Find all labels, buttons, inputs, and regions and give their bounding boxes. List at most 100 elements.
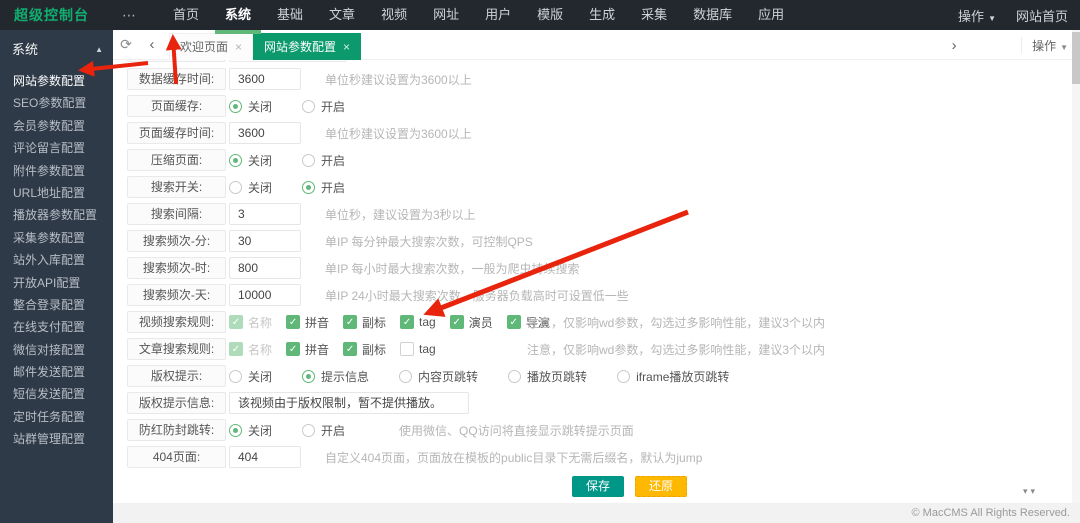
radio-option-开启[interactable]: 开启: [302, 152, 345, 169]
reset-button[interactable]: 还原: [635, 476, 688, 497]
topnav-item-用户[interactable]: 用户: [472, 0, 524, 30]
topnav-item-网址[interactable]: 网址: [420, 0, 472, 30]
topnav-item-首页[interactable]: 首页: [160, 0, 212, 30]
text-input[interactable]: 404: [229, 446, 301, 468]
scrollbar-track[interactable]: [1072, 30, 1080, 503]
topnav-item-文章[interactable]: 文章: [316, 0, 368, 30]
topnav-item-应用[interactable]: 应用: [745, 0, 797, 30]
text-input[interactable]: 800: [229, 257, 301, 279]
form-row-6: 搜索频次-分: 30 单IP 每分钟最大搜索次数，可控制QPS: [127, 230, 1080, 252]
sidebar-item-站群管理配置[interactable]: 站群管理配置: [0, 428, 113, 450]
collapse-icon[interactable]: ▲: [95, 39, 103, 61]
radio-option-关闭[interactable]: 关闭: [229, 368, 272, 385]
topnav-item-生成[interactable]: 生成: [576, 0, 628, 30]
checkbox-option-tag[interactable]: ✓ tag: [400, 315, 436, 329]
sidebar-item-定时任务配置[interactable]: 定时任务配置: [0, 406, 113, 428]
sidebar-group-system[interactable]: 系统 ▲: [0, 39, 113, 61]
radio-option-播放页跳转[interactable]: 播放页跳转: [508, 368, 587, 385]
checkbox-option-名称[interactable]: ✓ 名称: [229, 314, 272, 331]
topnav-item-数据库[interactable]: 数据库: [680, 0, 745, 30]
radio-option-iframe播放页跳转[interactable]: iframe播放页跳转: [617, 368, 729, 385]
app-logo: 超级控制台: [14, 7, 89, 23]
topnav-item-系统[interactable]: 系统: [212, 0, 264, 34]
radio-label: 内容页跳转: [418, 369, 479, 384]
sidebar-item-采集参数配置[interactable]: 采集参数配置: [0, 227, 113, 249]
text-input[interactable]: 3600: [229, 68, 301, 90]
field-label: 文章搜索规则:: [127, 338, 226, 360]
checkbox-option-tag[interactable]: tag: [400, 342, 436, 356]
tab-action-dropdown[interactable]: 操作 ▼: [1032, 37, 1068, 54]
checkbox-label: tag: [419, 342, 436, 356]
form-row-13: 防红防封跳转: 关闭 开启 使用微信、QQ访问将直接显示跳转提示页面: [127, 419, 1080, 441]
tabs-scroll-left-icon[interactable]: ‹: [139, 36, 165, 53]
form-row-11: 版权提示: 关闭 提示信息 内容页跳转 播放页跳转 iframe播放页跳转: [127, 365, 1080, 387]
tab-网站参数配置[interactable]: 网站参数配置 ×: [253, 32, 362, 60]
radio-option-开启[interactable]: 开启: [302, 422, 345, 439]
save-button[interactable]: 保存: [572, 476, 625, 497]
topnav-item-基础[interactable]: 基础: [264, 0, 316, 30]
text-input[interactable]: 10000: [229, 284, 301, 306]
radio-option-关闭[interactable]: 关闭: [229, 98, 272, 115]
checkbox-option-拼音[interactable]: ✓ 拼音: [286, 341, 329, 358]
sidebar-item-URL地址配置[interactable]: URL地址配置: [0, 182, 113, 204]
text-input[interactable]: 30: [229, 230, 301, 252]
tabs-scroll-right-icon[interactable]: ›: [941, 37, 967, 54]
text-input[interactable]: 3: [229, 203, 301, 225]
topnav-item-模版[interactable]: 模版: [524, 0, 576, 30]
radio-option-开启[interactable]: 开启: [302, 98, 345, 115]
refresh-icon[interactable]: ⟳: [113, 36, 139, 53]
sidebar-item-附件参数配置[interactable]: 附件参数配置: [0, 160, 113, 182]
scroll-down-icons: ▾▾: [1022, 486, 1038, 496]
sidebar-item-开放API配置[interactable]: 开放API配置: [0, 272, 113, 294]
checkbox-option-副标[interactable]: ✓ 副标: [343, 341, 386, 358]
sidebar-item-在线支付配置[interactable]: 在线支付配置: [0, 316, 113, 338]
field-label: 搜索间隔:: [127, 203, 226, 225]
radio-option-关闭[interactable]: 关闭: [229, 179, 272, 196]
text-input[interactable]: 3600: [229, 122, 301, 144]
radio-icon: [508, 369, 522, 383]
checkbox-option-名称[interactable]: ✓ 名称: [229, 341, 272, 358]
sidebar-item-整合登录配置[interactable]: 整合登录配置: [0, 294, 113, 316]
topbar-action-dropdown[interactable]: 操作 ▼: [958, 6, 996, 25]
tab-label: 欢迎页面: [180, 40, 229, 54]
top-nav: 首页 系统 基础 文章 视频 网址 用户 模版 生成 采集 数据库 应用: [160, 0, 797, 34]
clipped-text-input[interactable]: [229, 60, 347, 62]
sidebar-item-会员参数配置[interactable]: 会员参数配置: [0, 115, 113, 137]
sidebar-item-站外入库配置[interactable]: 站外入库配置: [0, 249, 113, 271]
sidebar-item-微信对接配置[interactable]: 微信对接配置: [0, 339, 113, 361]
form-row-12: 版权提示信息: 该视频由于版权限制，暂不提供播放。: [127, 392, 1080, 414]
checkbox-icon: ✓: [286, 342, 301, 356]
text-input[interactable]: 该视频由于版权限制，暂不提供播放。: [229, 392, 469, 414]
form-row-3: 压缩页面: 关闭 开启: [127, 149, 1080, 171]
radio-option-关闭[interactable]: 关闭: [229, 422, 272, 439]
radio-option-开启[interactable]: 开启: [302, 179, 345, 196]
radio-option-提示信息[interactable]: 提示信息: [302, 368, 369, 385]
sidebar-item-播放器参数配置[interactable]: 播放器参数配置: [0, 204, 113, 226]
topnav-item-采集[interactable]: 采集: [628, 0, 680, 30]
sidebar-item-评论留言配置[interactable]: 评论留言配置: [0, 137, 113, 159]
close-icon[interactable]: ×: [343, 40, 350, 54]
topnav-item-视频[interactable]: 视频: [368, 0, 420, 30]
radio-icon: [399, 369, 413, 383]
tab-欢迎页面[interactable]: 欢迎页面 ×: [169, 32, 254, 60]
sidebar-item-短信发送配置[interactable]: 短信发送配置: [0, 383, 113, 405]
radio-label: 关闭: [248, 180, 273, 195]
checkbox-icon: ✓: [449, 315, 464, 329]
scrollbar-thumb[interactable]: [1072, 32, 1080, 84]
checkbox-option-拼音[interactable]: ✓ 拼音: [286, 314, 329, 331]
sidebar-item-网站参数配置[interactable]: 网站参数配置: [0, 70, 113, 92]
checkbox-label: 副标: [362, 342, 387, 357]
site-home-link[interactable]: 网站首页: [1016, 6, 1068, 25]
tab-label: 网站参数配置: [264, 40, 337, 54]
more-icon[interactable]: ⋯: [122, 0, 137, 30]
radio-label: 开启: [321, 99, 346, 114]
form-row-14: 404页面: 404 自定义404页面，页面放在模板的public目录下无需后缀名，…: [127, 446, 1080, 468]
checkbox-option-副标[interactable]: ✓ 副标: [343, 314, 386, 331]
checkbox-option-演员[interactable]: ✓ 演员: [449, 314, 493, 331]
field-hint: 单IP 每分钟最大搜索次数，可控制QPS: [325, 234, 533, 249]
sidebar-item-邮件发送配置[interactable]: 邮件发送配置: [0, 361, 113, 383]
close-icon[interactable]: ×: [235, 40, 242, 54]
radio-option-关闭[interactable]: 关闭: [229, 152, 272, 169]
radio-option-内容页跳转[interactable]: 内容页跳转: [399, 368, 478, 385]
sidebar-item-SEO参数配置[interactable]: SEO参数配置: [0, 92, 113, 114]
